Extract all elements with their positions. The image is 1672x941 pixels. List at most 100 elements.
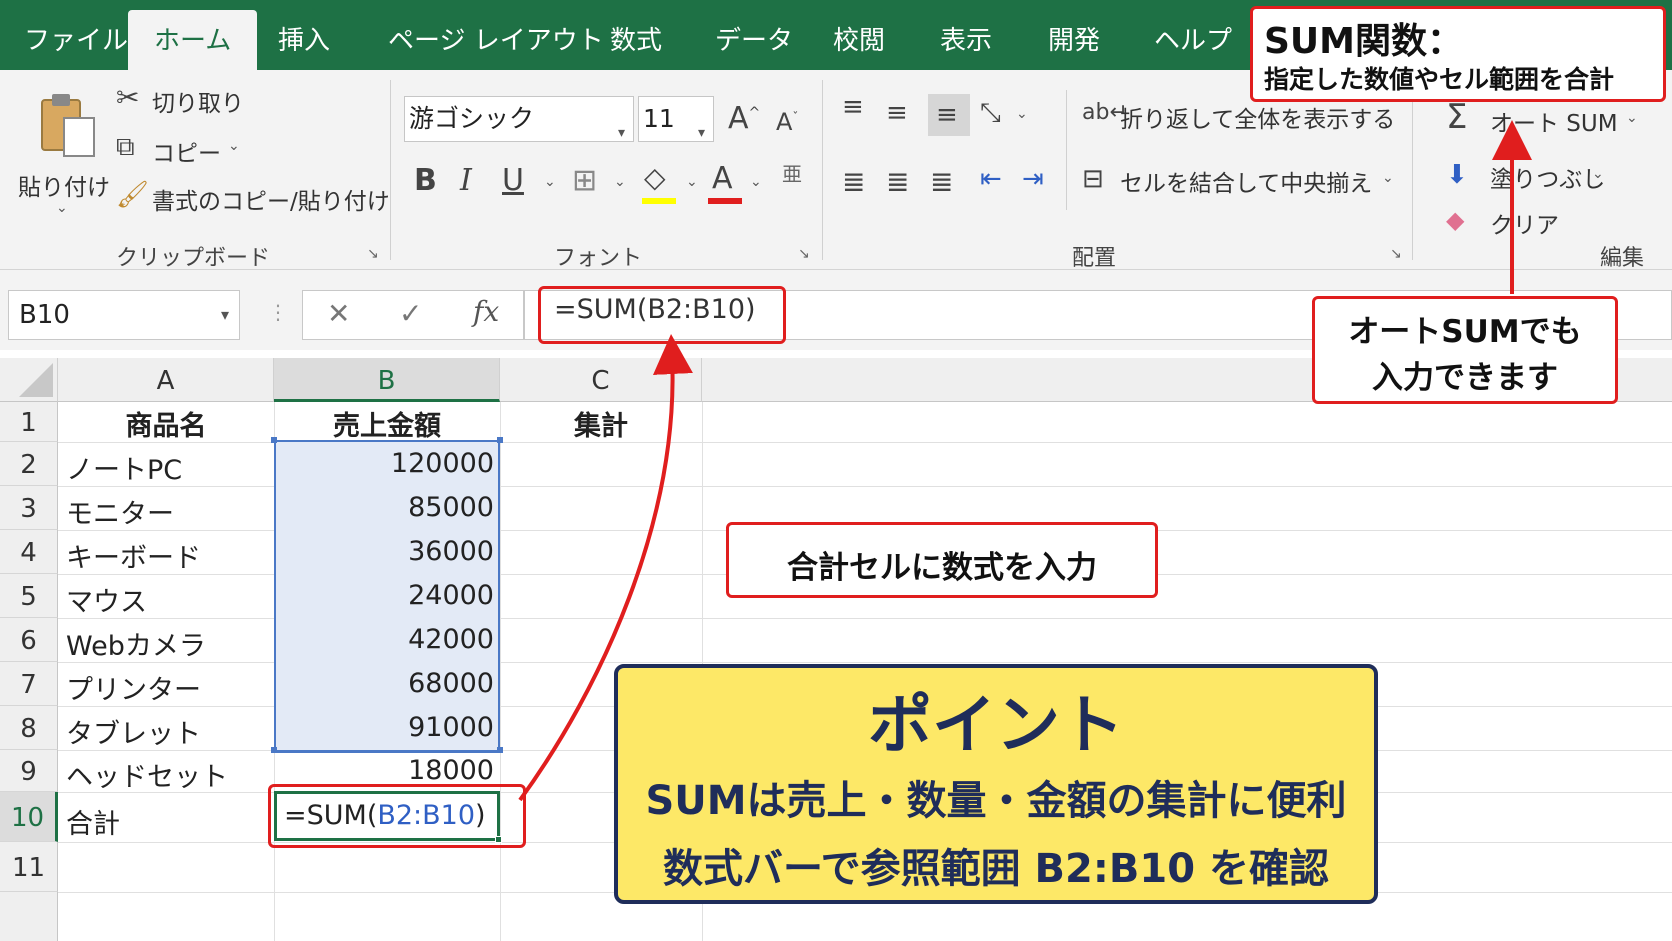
- tab-page-layout[interactable]: ページ レイアウト: [388, 0, 604, 70]
- paste-button[interactable]: 貼り付け ⌄: [14, 84, 110, 216]
- cell-a1[interactable]: 商品名: [58, 404, 274, 443]
- row-header-8[interactable]: 8: [0, 706, 58, 750]
- enter-icon[interactable]: ✓: [399, 297, 422, 330]
- underline-button[interactable]: U: [502, 166, 524, 196]
- merge-center-button[interactable]: ⊟ セルを結合して中央揃え ⌄: [1082, 164, 1402, 200]
- increase-indent-icon[interactable]: ⇥: [1022, 166, 1044, 192]
- tab-insert[interactable]: 挿入: [278, 0, 330, 70]
- tab-file[interactable]: ファイル: [24, 0, 128, 70]
- column-header-b[interactable]: B: [274, 358, 500, 402]
- column-header-c[interactable]: C: [500, 358, 702, 402]
- orientation-icon[interactable]: ⤡: [980, 100, 1001, 126]
- bold-button[interactable]: B: [414, 166, 437, 196]
- cell-b3[interactable]: 85000: [274, 492, 494, 523]
- font-launcher-icon[interactable]: ↘: [798, 246, 810, 262]
- row-header-6[interactable]: 6: [0, 618, 58, 662]
- tab-help[interactable]: ヘルプ: [1154, 0, 1232, 70]
- align-bottom-icon[interactable]: ≡: [928, 94, 970, 136]
- copy-button[interactable]: ⧉ コピー ⌄: [116, 132, 246, 168]
- align-right-icon[interactable]: ≣: [930, 168, 953, 196]
- align-middle-icon[interactable]: ≡: [886, 100, 908, 126]
- font-color-dropdown-icon[interactable]: ⌄: [750, 174, 762, 190]
- font-color-button[interactable]: A: [712, 164, 733, 194]
- autosum-dropdown-icon: ⌄: [1626, 110, 1638, 126]
- cell-a9[interactable]: ヘッドセット: [66, 755, 228, 794]
- select-all-corner[interactable]: [0, 358, 58, 402]
- cell-b8[interactable]: 91000: [274, 712, 494, 743]
- tab-developer[interactable]: 開発: [1048, 0, 1100, 70]
- cell-a2[interactable]: ノートPC: [66, 448, 182, 487]
- borders-icon[interactable]: ⊞: [572, 166, 597, 196]
- align-center-icon[interactable]: ≣: [886, 168, 909, 196]
- autosum-button[interactable]: Σ オート SUM ⌄: [1446, 100, 1646, 140]
- underline-dropdown-icon[interactable]: ⌄: [544, 174, 556, 190]
- cell-b4[interactable]: 36000: [274, 536, 494, 567]
- cell-a8[interactable]: タブレット: [66, 712, 201, 751]
- row-header-7[interactable]: 7: [0, 662, 58, 706]
- grow-font-icon[interactable]: A^: [728, 104, 760, 134]
- group-divider: [822, 80, 823, 260]
- row-header-2[interactable]: 2: [0, 442, 58, 486]
- cell-a10[interactable]: 合計: [66, 802, 120, 841]
- row-header-10[interactable]: 10: [0, 792, 58, 842]
- font-name-select[interactable]: 游ゴシック ▾: [404, 96, 634, 142]
- column-header-a[interactable]: A: [58, 358, 274, 402]
- fill-button[interactable]: ⬇ 塗りつぶし ⌄: [1446, 160, 1626, 196]
- cell-a4[interactable]: キーボード: [66, 536, 201, 575]
- row-header-3[interactable]: 3: [0, 486, 58, 530]
- italic-button[interactable]: I: [460, 166, 472, 196]
- row-header-11[interactable]: 11: [0, 842, 58, 892]
- sigma-icon: Σ: [1446, 97, 1468, 137]
- name-box[interactable]: B10 ▾: [8, 290, 240, 340]
- paste-dropdown-icon[interactable]: ⌄: [56, 200, 68, 216]
- tab-formulas[interactable]: 数式: [610, 0, 662, 70]
- wrap-text-button[interactable]: ab↵ 折り返して全体を表示する: [1082, 100, 1395, 136]
- cancel-icon[interactable]: ✕: [327, 297, 350, 330]
- copy-icon: ⧉: [116, 132, 135, 162]
- cell-b5[interactable]: 24000: [274, 580, 494, 611]
- row-header-5[interactable]: 5: [0, 574, 58, 618]
- editing-group-label: 編集: [1600, 246, 1645, 271]
- format-painter-button[interactable]: 🖌 書式のコピー/貼り付け: [116, 180, 390, 216]
- clipboard-launcher-icon[interactable]: ↘: [367, 246, 379, 262]
- tab-view[interactable]: 表示: [940, 0, 992, 70]
- wrap-text-label: 折り返して全体を表示する: [1120, 107, 1396, 133]
- align-top-icon[interactable]: ≡: [842, 94, 864, 120]
- fill-color-icon[interactable]: ◇: [644, 164, 666, 192]
- autosum-note-line1: オートSUMでも: [1348, 314, 1582, 350]
- align-left-icon[interactable]: ≣: [842, 168, 865, 196]
- fill-color-dropdown-icon[interactable]: ⌄: [686, 174, 698, 190]
- copy-dropdown-icon[interactable]: ⌄: [228, 138, 240, 154]
- alignment-launcher-icon[interactable]: ↘: [1390, 246, 1402, 262]
- tab-review[interactable]: 校閲: [833, 0, 885, 70]
- cell-a7[interactable]: プリンター: [66, 668, 201, 707]
- decrease-indent-icon[interactable]: ⇤: [980, 166, 1002, 192]
- range-handle[interactable]: [497, 747, 503, 753]
- range-handle[interactable]: [271, 747, 277, 753]
- insert-function-icon[interactable]: fx: [473, 295, 499, 328]
- font-size-select[interactable]: 11 ▾: [638, 96, 714, 142]
- borders-dropdown-icon[interactable]: ⌄: [614, 174, 626, 190]
- row-header-1[interactable]: 1: [0, 402, 58, 442]
- cell-b7[interactable]: 68000: [274, 668, 494, 699]
- group-divider: [1066, 90, 1067, 210]
- cell-b6[interactable]: 42000: [274, 624, 494, 655]
- row-header-4[interactable]: 4: [0, 530, 58, 574]
- cell-c1[interactable]: 集計: [500, 404, 702, 443]
- row-header-9[interactable]: 9: [0, 750, 58, 792]
- phonetic-icon[interactable]: 亜: [782, 164, 802, 184]
- cell-b1[interactable]: 売上金額: [274, 404, 500, 443]
- cell-a6[interactable]: Webカメラ: [66, 624, 206, 663]
- orientation-dropdown-icon[interactable]: ⌄: [1016, 106, 1028, 122]
- sum-function-title: SUM関数：: [1264, 21, 1463, 62]
- cell-a5[interactable]: マウス: [66, 580, 147, 619]
- cell-a3[interactable]: モニター: [66, 492, 174, 531]
- clipboard-group-label: クリップボード: [116, 246, 271, 271]
- clear-button[interactable]: ◆ クリア ⌄: [1446, 206, 1586, 242]
- tab-home[interactable]: ホーム: [128, 10, 258, 70]
- tab-data[interactable]: データ: [715, 0, 793, 70]
- shrink-font-icon[interactable]: Aˇ: [776, 110, 798, 134]
- cell-b2[interactable]: 120000: [274, 448, 494, 479]
- cut-button[interactable]: ✂ 切り取り: [116, 82, 346, 118]
- cell-b9[interactable]: 18000: [274, 755, 494, 786]
